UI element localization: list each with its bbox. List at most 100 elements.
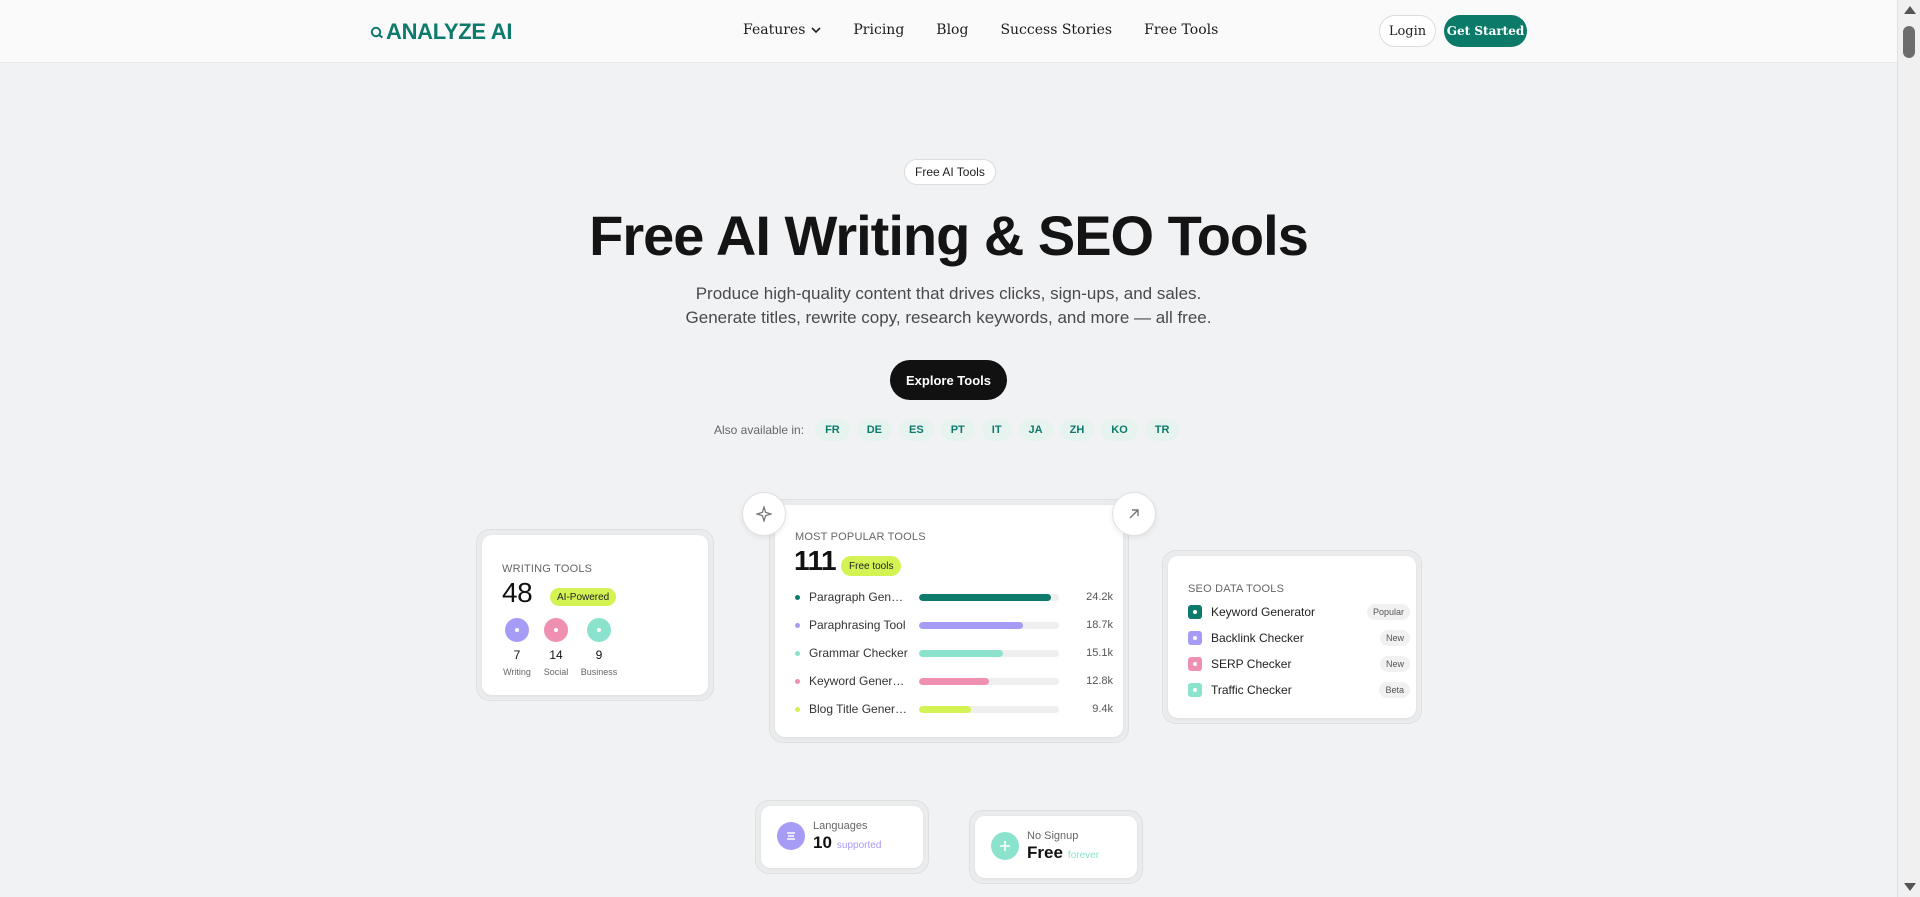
- lang-chip-pt[interactable]: PT: [940, 419, 975, 441]
- tool-dot-icon: [795, 650, 800, 656]
- scrollbar-thumb[interactable]: [1903, 26, 1915, 58]
- languages-stat-inner: Languages 10 supported: [761, 806, 923, 868]
- get-started-button[interactable]: Get Started: [1444, 15, 1527, 47]
- hero-subtitle-line-1: Produce high-quality content that drives…: [695, 284, 1202, 303]
- lang-chip-it[interactable]: IT: [981, 419, 1012, 441]
- seo-tool-square-icon: [1188, 657, 1202, 671]
- no-signup-label: No Signup: [1027, 830, 1079, 842]
- hero-tag: Free AI Tools: [904, 159, 996, 185]
- brand-logo[interactable]: ANALYZE AI: [370, 19, 512, 45]
- seo-tool-name: Keyword Generator: [1211, 605, 1316, 619]
- nav-features[interactable]: Features: [743, 22, 821, 38]
- top-nav: ANALYZE AI Features Pricing Blog Success…: [0, 0, 1897, 63]
- languages-stat-card: Languages 10 supported: [755, 800, 929, 874]
- seo-tool-row[interactable]: SERP Checker New: [1188, 656, 1410, 672]
- seo-tool-name: Backlink Checker: [1211, 631, 1304, 645]
- page-scrollbar[interactable]: [1897, 0, 1920, 897]
- tool-usage-fill: [919, 677, 989, 685]
- tool-usage-bar: [919, 705, 1059, 713]
- seo-tools-label: SEO DATA TOOLS: [1188, 583, 1285, 595]
- popular-tools-label: MOST POPULAR TOOLS: [795, 531, 926, 543]
- scroll-up-arrow-icon[interactable]: [1904, 6, 1916, 14]
- category-name: Social: [543, 667, 569, 677]
- ai-powered-badge: AI-Powered: [550, 588, 617, 606]
- lang-chip-ko[interactable]: KO: [1101, 419, 1138, 441]
- plus-icon: [991, 832, 1019, 860]
- tool-usage-bar: [919, 621, 1059, 629]
- scroll-down-arrow-icon[interactable]: [1904, 883, 1916, 891]
- login-button[interactable]: Login: [1379, 15, 1436, 47]
- lang-chip-fr[interactable]: FR: [815, 419, 850, 441]
- seo-tool-tag: Popular: [1366, 604, 1410, 620]
- lang-chip-zh[interactable]: ZH: [1059, 419, 1095, 441]
- popular-tools-card: MOST POPULAR TOOLS 111 Free tools Paragr…: [769, 499, 1129, 743]
- popular-tools-card-inner: MOST POPULAR TOOLS 111 Free tools Paragr…: [775, 505, 1123, 737]
- tool-row[interactable]: Blog Title Generator 9.4k: [795, 701, 1113, 717]
- tool-dot-icon: [795, 622, 800, 628]
- seo-tool-row[interactable]: Backlink Checker New: [1188, 630, 1410, 646]
- lang-chip-tr[interactable]: TR: [1144, 419, 1180, 441]
- arrow-up-right-icon[interactable]: [1112, 492, 1156, 536]
- languages-count: 10: [813, 833, 832, 852]
- tool-row[interactable]: Keyword Generator 12.8k: [795, 673, 1113, 689]
- tool-usage-value: 15.1k: [1086, 647, 1113, 659]
- nav-free-tools[interactable]: Free Tools: [1144, 22, 1218, 38]
- seo-tool-tag: Beta: [1379, 682, 1410, 698]
- writing-tools-card: WRITING TOOLS 48 AI-Powered 7 Writing 14…: [476, 529, 714, 701]
- seo-tool-square-icon: [1188, 605, 1202, 619]
- tool-row[interactable]: Grammar Checker 15.1k: [795, 645, 1113, 661]
- tool-dot-icon: [795, 678, 800, 684]
- category-social: 14 Social: [536, 618, 576, 677]
- nav-success-stories[interactable]: Success Stories: [1000, 22, 1112, 38]
- explore-tools-button[interactable]: Explore Tools: [890, 360, 1007, 400]
- no-signup-value: Free forever: [1027, 843, 1099, 863]
- tool-usage-value: 9.4k: [1092, 703, 1113, 715]
- language-list: Also available in: FR DE ES PT IT JA ZH …: [714, 419, 1180, 441]
- tool-name: Keyword Generator: [809, 674, 909, 688]
- category-count: 7: [513, 648, 521, 662]
- writing-tools-card-inner: WRITING TOOLS 48 AI-Powered 7 Writing 14…: [482, 535, 708, 695]
- seo-tool-square-icon: [1188, 631, 1202, 645]
- category-count: 14: [549, 648, 563, 662]
- tool-usage-fill: [919, 593, 1051, 601]
- sparkle-icon: [742, 492, 786, 536]
- tool-dot-icon: [795, 706, 800, 712]
- seo-tool-row[interactable]: Keyword Generator Popular: [1188, 604, 1410, 620]
- lang-chip-es[interactable]: ES: [899, 419, 934, 441]
- seo-tool-row[interactable]: Traffic Checker Beta: [1188, 682, 1410, 698]
- social-dot-icon: [544, 618, 568, 642]
- nav-blog[interactable]: Blog: [936, 22, 968, 38]
- business-dot-icon: [587, 618, 611, 642]
- hero-subtitle: Produce high-quality content that drives…: [0, 282, 1897, 330]
- tool-row[interactable]: Paraphrasing Tool 18.7k: [795, 617, 1113, 633]
- tool-usage-value: 24.2k: [1086, 591, 1113, 603]
- hero-subtitle-line-2: Generate titles, rewrite copy, research …: [685, 308, 1212, 327]
- nav-features-label: Features: [743, 22, 806, 38]
- tool-dot-icon: [795, 594, 800, 600]
- seo-tool-name: SERP Checker: [1211, 657, 1292, 671]
- no-signup-stat-inner: No Signup Free forever: [975, 816, 1137, 878]
- nav-pricing[interactable]: Pricing: [853, 22, 904, 38]
- seo-data-tools-card-inner: SEO DATA TOOLS Keyword Generator Popular B…: [1168, 556, 1416, 718]
- languages-label: Also available in:: [714, 423, 805, 437]
- tool-usage-bar: [919, 649, 1059, 657]
- category-name: Business: [580, 667, 618, 677]
- seo-data-tools-card: SEO DATA TOOLS Keyword Generator Popular B…: [1162, 550, 1422, 724]
- signup-value: Free: [1027, 843, 1063, 862]
- tool-name: Paragraph Generator: [809, 590, 909, 604]
- tool-usage-value: 12.8k: [1086, 675, 1113, 687]
- writing-tools-count: 48: [502, 577, 533, 608]
- tool-usage-value: 18.7k: [1086, 619, 1113, 631]
- tool-usage-fill: [919, 621, 1023, 629]
- translate-icon: [777, 822, 805, 850]
- seo-tool-square-icon: [1188, 683, 1202, 697]
- tool-usage-bar: [919, 677, 1059, 685]
- tool-row[interactable]: Paragraph Generator 24.2k: [795, 589, 1113, 605]
- lang-chip-de[interactable]: DE: [856, 419, 893, 441]
- brand-name: ANALYZE AI: [386, 19, 513, 44]
- languages-suffix: supported: [836, 840, 882, 851]
- category-name: Writing: [503, 667, 531, 677]
- lang-chip-ja[interactable]: JA: [1018, 419, 1053, 441]
- writing-dot-icon: [505, 618, 529, 642]
- category-business: 9 Business: [579, 618, 619, 677]
